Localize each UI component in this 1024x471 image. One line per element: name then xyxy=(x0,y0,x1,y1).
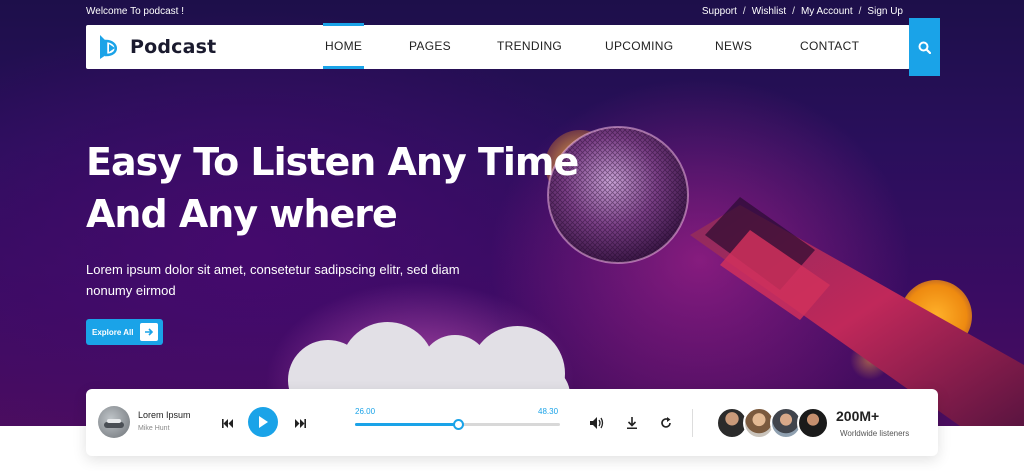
repeat-icon[interactable] xyxy=(659,416,673,430)
welcome-text: Welcome To podcast ! xyxy=(86,6,185,17)
explore-all-label: Explore All xyxy=(92,327,134,337)
main-navbar: Podcast HOME PAGES TRENDING UPCOMING NEW… xyxy=(86,23,910,69)
listener-count: 200M+ xyxy=(836,408,880,424)
microphone-image xyxy=(547,126,1024,426)
volume-icon[interactable] xyxy=(590,416,604,430)
divider xyxy=(692,409,693,437)
nav-news[interactable]: NEWS xyxy=(715,39,752,53)
nav-contact[interactable]: CONTACT xyxy=(800,39,859,53)
explore-all-button[interactable]: Explore All xyxy=(86,319,163,345)
top-utility-bar: Welcome To podcast ! Support / Wishlist … xyxy=(86,5,903,19)
audio-player: Lorem Ipsum Mike Hunt 26.00 48.30 200M+ … xyxy=(86,389,938,456)
nav-home[interactable]: HOME xyxy=(322,23,365,69)
nav-pages[interactable]: PAGES xyxy=(409,39,451,53)
progress-fill xyxy=(355,423,458,426)
track-title: Lorem Ipsum xyxy=(138,410,191,420)
support-link[interactable]: Support xyxy=(702,6,737,17)
hero-title-line2: And Any where xyxy=(86,192,398,236)
top-links: Support / Wishlist / My Account / Sign U… xyxy=(702,6,903,17)
separator: / xyxy=(742,6,746,17)
nav-trending[interactable]: TRENDING xyxy=(497,39,562,53)
track-thumbnail xyxy=(98,406,130,438)
hero-subtitle: Lorem ipsum dolor sit amet, consetetur s… xyxy=(86,262,460,298)
elapsed-time: 26.00 xyxy=(355,407,376,416)
nav-upcoming[interactable]: UPCOMING xyxy=(605,39,673,53)
separator: / xyxy=(792,6,795,17)
play-button[interactable] xyxy=(248,407,278,437)
hero-title-line1: Easy To Listen Any Time xyxy=(86,140,579,184)
progress-track[interactable] xyxy=(355,419,560,430)
progress-handle[interactable] xyxy=(452,419,464,430)
previous-icon[interactable] xyxy=(221,417,233,429)
my-account-link[interactable]: My Account xyxy=(801,6,853,17)
search-button[interactable] xyxy=(909,18,940,76)
brand-logo[interactable]: Podcast xyxy=(96,33,216,61)
wishlist-link[interactable]: Wishlist xyxy=(752,6,786,17)
next-icon[interactable] xyxy=(294,417,306,429)
search-icon xyxy=(918,41,931,54)
sign-up-link[interactable]: Sign Up xyxy=(867,6,903,17)
arrow-right-icon xyxy=(140,323,158,341)
brand-name: Podcast xyxy=(130,36,217,58)
download-icon[interactable] xyxy=(626,416,638,430)
separator: / xyxy=(858,6,862,17)
track-artist: Mike Hunt xyxy=(138,425,170,432)
hero-headline: Easy To Listen Any Time And Any where xyxy=(86,136,579,240)
podcast-logo-icon xyxy=(100,35,117,59)
total-duration: 48.30 xyxy=(538,407,559,416)
listener-label: Worldwide listeners xyxy=(840,429,910,438)
play-icon xyxy=(259,416,268,428)
avatar xyxy=(797,407,829,439)
